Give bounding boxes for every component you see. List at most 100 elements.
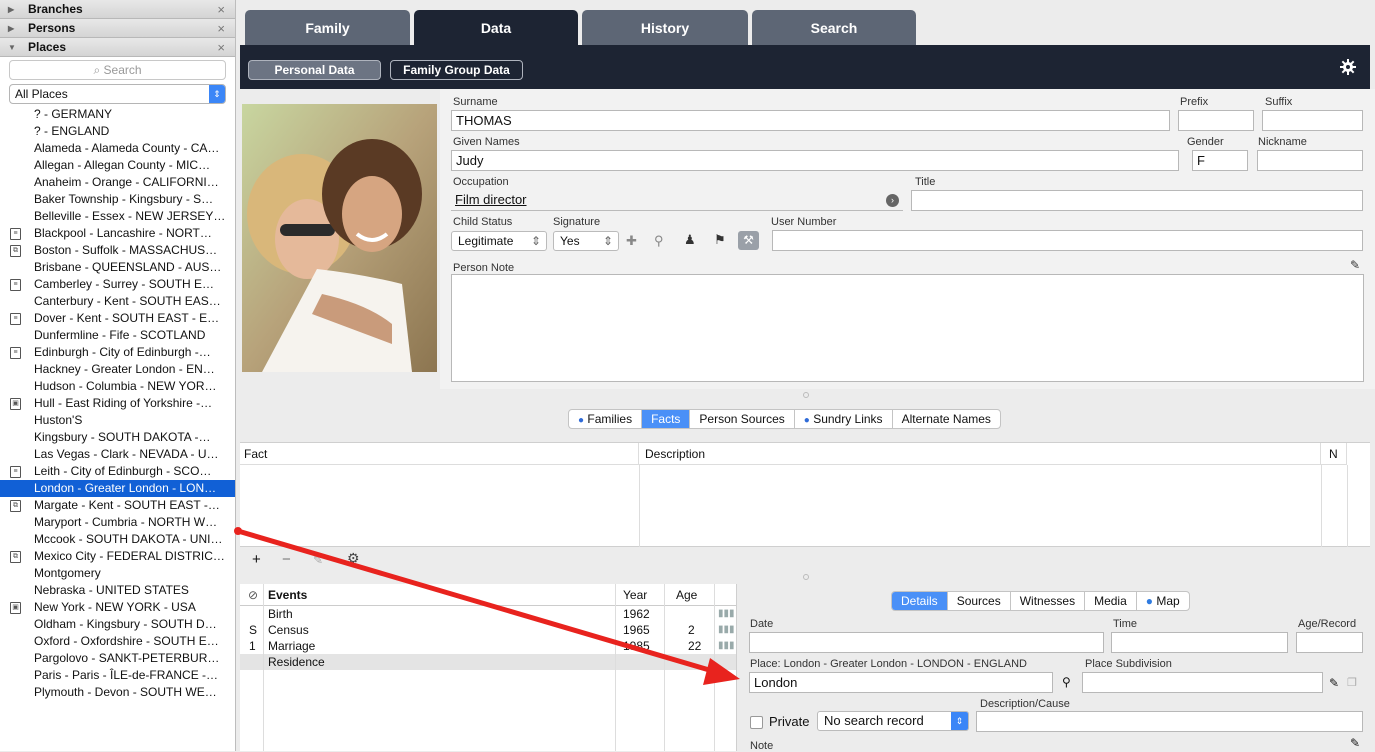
place-item[interactable]: Kingsbury - SOUTH DAKOTA -… [0, 429, 235, 446]
person-note-textarea[interactable] [451, 274, 1364, 382]
disclosure-down-icon[interactable]: ▼ [8, 43, 28, 52]
remove-icon[interactable]: − [282, 551, 291, 568]
tab-witnesses[interactable]: Witnesses [1011, 592, 1086, 610]
tab-data[interactable]: Data [414, 10, 578, 45]
title-field[interactable] [911, 190, 1363, 211]
user-number-field[interactable] [772, 230, 1363, 251]
person-icon[interactable]: ♟ [684, 232, 696, 248]
gender-field[interactable]: F [1192, 150, 1248, 171]
col-events[interactable]: Events [268, 584, 307, 606]
tab-alternate-names[interactable]: Alternate Names [893, 410, 1000, 428]
gear-icon[interactable] [1339, 58, 1357, 76]
split-handle[interactable] [803, 574, 809, 580]
place-item[interactable]: Allegan - Allegan County - MIC… [0, 157, 235, 174]
place-item[interactable]: Anaheim - Orange - CALIFORNI… [0, 174, 235, 191]
col-year[interactable]: Year [623, 584, 647, 606]
disclosure-right-icon[interactable]: ▶ [8, 24, 28, 33]
subtab-family-group-data[interactable]: Family Group Data [390, 60, 523, 80]
place-item[interactable]: Paris - Paris - ÎLE-de-FRANCE -… [0, 667, 235, 684]
place-item[interactable]: ? - GERMANY [0, 106, 235, 123]
section-branches[interactable]: ▶ Branches × [0, 0, 235, 19]
place-item[interactable]: Plymouth - Devon - SOUTH WE… [0, 684, 235, 701]
close-icon[interactable]: × [217, 21, 225, 36]
private-checkbox[interactable] [750, 716, 763, 729]
copy-icon[interactable]: ❐ [1347, 676, 1357, 689]
gear-icon[interactable]: ⚙ [347, 550, 360, 567]
col-age[interactable]: Age [676, 584, 697, 606]
places-search-input[interactable]: ⌕ Search [9, 60, 226, 80]
tab-sundry-links[interactable]: ● Sundry Links [795, 410, 893, 428]
places-filter-select[interactable]: All Places ⇕ [9, 84, 226, 104]
place-item[interactable]: Dunfermline - Fife - SCOTLAND [0, 327, 235, 344]
tab-facts[interactable]: Facts [642, 410, 691, 428]
place-item[interactable]: ≡ Blackpool - Lancashire - NORT… [0, 225, 235, 242]
place-item[interactable]: Montgomery [0, 565, 235, 582]
date-field[interactable] [749, 632, 1104, 653]
place-item[interactable]: ⧉ Margate - Kent - SOUTH EAST -… [0, 497, 235, 514]
place-item[interactable]: Huston'S [0, 412, 235, 429]
tab-media[interactable]: Media [1085, 592, 1137, 610]
signature-select[interactable]: Yes ⇕ [553, 231, 619, 251]
place-item[interactable]: Hudson - Columbia - NEW YOR… [0, 378, 235, 395]
go-arrow-icon[interactable]: › [886, 194, 899, 207]
time-field[interactable] [1111, 632, 1288, 653]
tab-history[interactable]: History [582, 10, 748, 45]
place-item[interactable]: ⧉ Boston - Suffolk - MASSACHUS… [0, 242, 235, 259]
suffix-field[interactable] [1262, 110, 1363, 131]
col-n[interactable]: N [1321, 443, 1347, 465]
event-row[interactable]: Birth 1962 ▮▮▮ [240, 606, 736, 622]
surname-field[interactable]: THOMAS [451, 110, 1170, 131]
place-item[interactable]: Brisbane - QUEENSLAND - AUS… [0, 259, 235, 276]
disclosure-right-icon[interactable]: ▶ [8, 5, 28, 14]
section-persons[interactable]: ▶ Persons × [0, 19, 235, 38]
flag-icon[interactable]: ⚑ [714, 232, 726, 248]
place-item[interactable]: Belleville - Essex - NEW JERSEY… [0, 208, 235, 225]
place-item[interactable]: Las Vegas - Clark - NEVADA - U… [0, 446, 235, 463]
place-item[interactable]: ⧉ Mexico City - FEDERAL DISTRIC… [0, 548, 235, 565]
close-icon[interactable]: × [217, 2, 225, 17]
close-icon[interactable]: × [217, 40, 225, 55]
place-item[interactable]: Oxford - Oxfordshire - SOUTH E… [0, 633, 235, 650]
event-row[interactable]: 1 Marriage 1985 22 ▮▮▮ [240, 638, 736, 654]
place-item[interactable]: ▣ New York - NEW YORK - USA [0, 599, 235, 616]
place-item[interactable]: Oldham - Kingsbury - SOUTH D… [0, 616, 235, 633]
place-item[interactable]: London - Greater London - LON… [0, 480, 235, 497]
place-item[interactable]: ▣ Hull - East Riding of Yorkshire -… [0, 395, 235, 412]
child-status-select[interactable]: Legitimate ⇕ [451, 231, 547, 251]
search-record-select[interactable]: No search record ⇕ [817, 711, 969, 731]
place-item[interactable]: ≡ Leith - City of Edinburgh - SCO… [0, 463, 235, 480]
age-record-field[interactable] [1296, 632, 1363, 653]
pencil-icon[interactable]: ✎ [1350, 258, 1360, 272]
tab-details[interactable]: Details [892, 592, 948, 610]
tab-map[interactable]: ● Map [1137, 592, 1189, 610]
given-names-field[interactable]: Judy [451, 150, 1179, 171]
description-field[interactable] [976, 711, 1363, 732]
search-person-icon[interactable]: ⚲ [654, 233, 664, 249]
plus-person-icon[interactable]: ✚ [626, 233, 637, 249]
place-item[interactable]: ? - ENGLAND [0, 123, 235, 140]
subtab-personal-data[interactable]: Personal Data [248, 60, 381, 80]
tab-families[interactable]: ● Families [569, 410, 643, 428]
split-handle[interactable] [803, 392, 809, 398]
tab-family[interactable]: Family [245, 10, 410, 45]
place-item[interactable]: Canterbury - Kent - SOUTH EAS… [0, 293, 235, 310]
tab-sources[interactable]: Sources [948, 592, 1011, 610]
person-photo[interactable] [242, 104, 437, 372]
place-field[interactable]: London [749, 672, 1053, 693]
place-item[interactable]: Pargolovo - SANKT-PETERBUR… [0, 650, 235, 667]
col-fact[interactable]: Fact [240, 443, 639, 465]
place-item[interactable]: Hackney - Greater London - EN… [0, 361, 235, 378]
tab-search[interactable]: Search [752, 10, 916, 45]
place-item[interactable]: ≡ Edinburgh - City of Edinburgh -… [0, 344, 235, 361]
event-row[interactable]: Residence [240, 654, 736, 670]
place-item[interactable]: Nebraska - UNITED STATES [0, 582, 235, 599]
pencil-icon[interactable]: ✎ [313, 553, 323, 567]
pencil-icon[interactable]: ✎ [1350, 736, 1360, 750]
tab-person-sources[interactable]: Person Sources [690, 410, 795, 428]
col-description[interactable]: Description [639, 443, 1321, 465]
place-item[interactable]: Maryport - Cumbria - NORTH W… [0, 514, 235, 531]
add-icon[interactable]: + [252, 551, 261, 568]
occupation-field[interactable]: Film director [451, 190, 903, 211]
prefix-field[interactable] [1178, 110, 1254, 131]
place-subdivision-field[interactable] [1082, 672, 1323, 693]
